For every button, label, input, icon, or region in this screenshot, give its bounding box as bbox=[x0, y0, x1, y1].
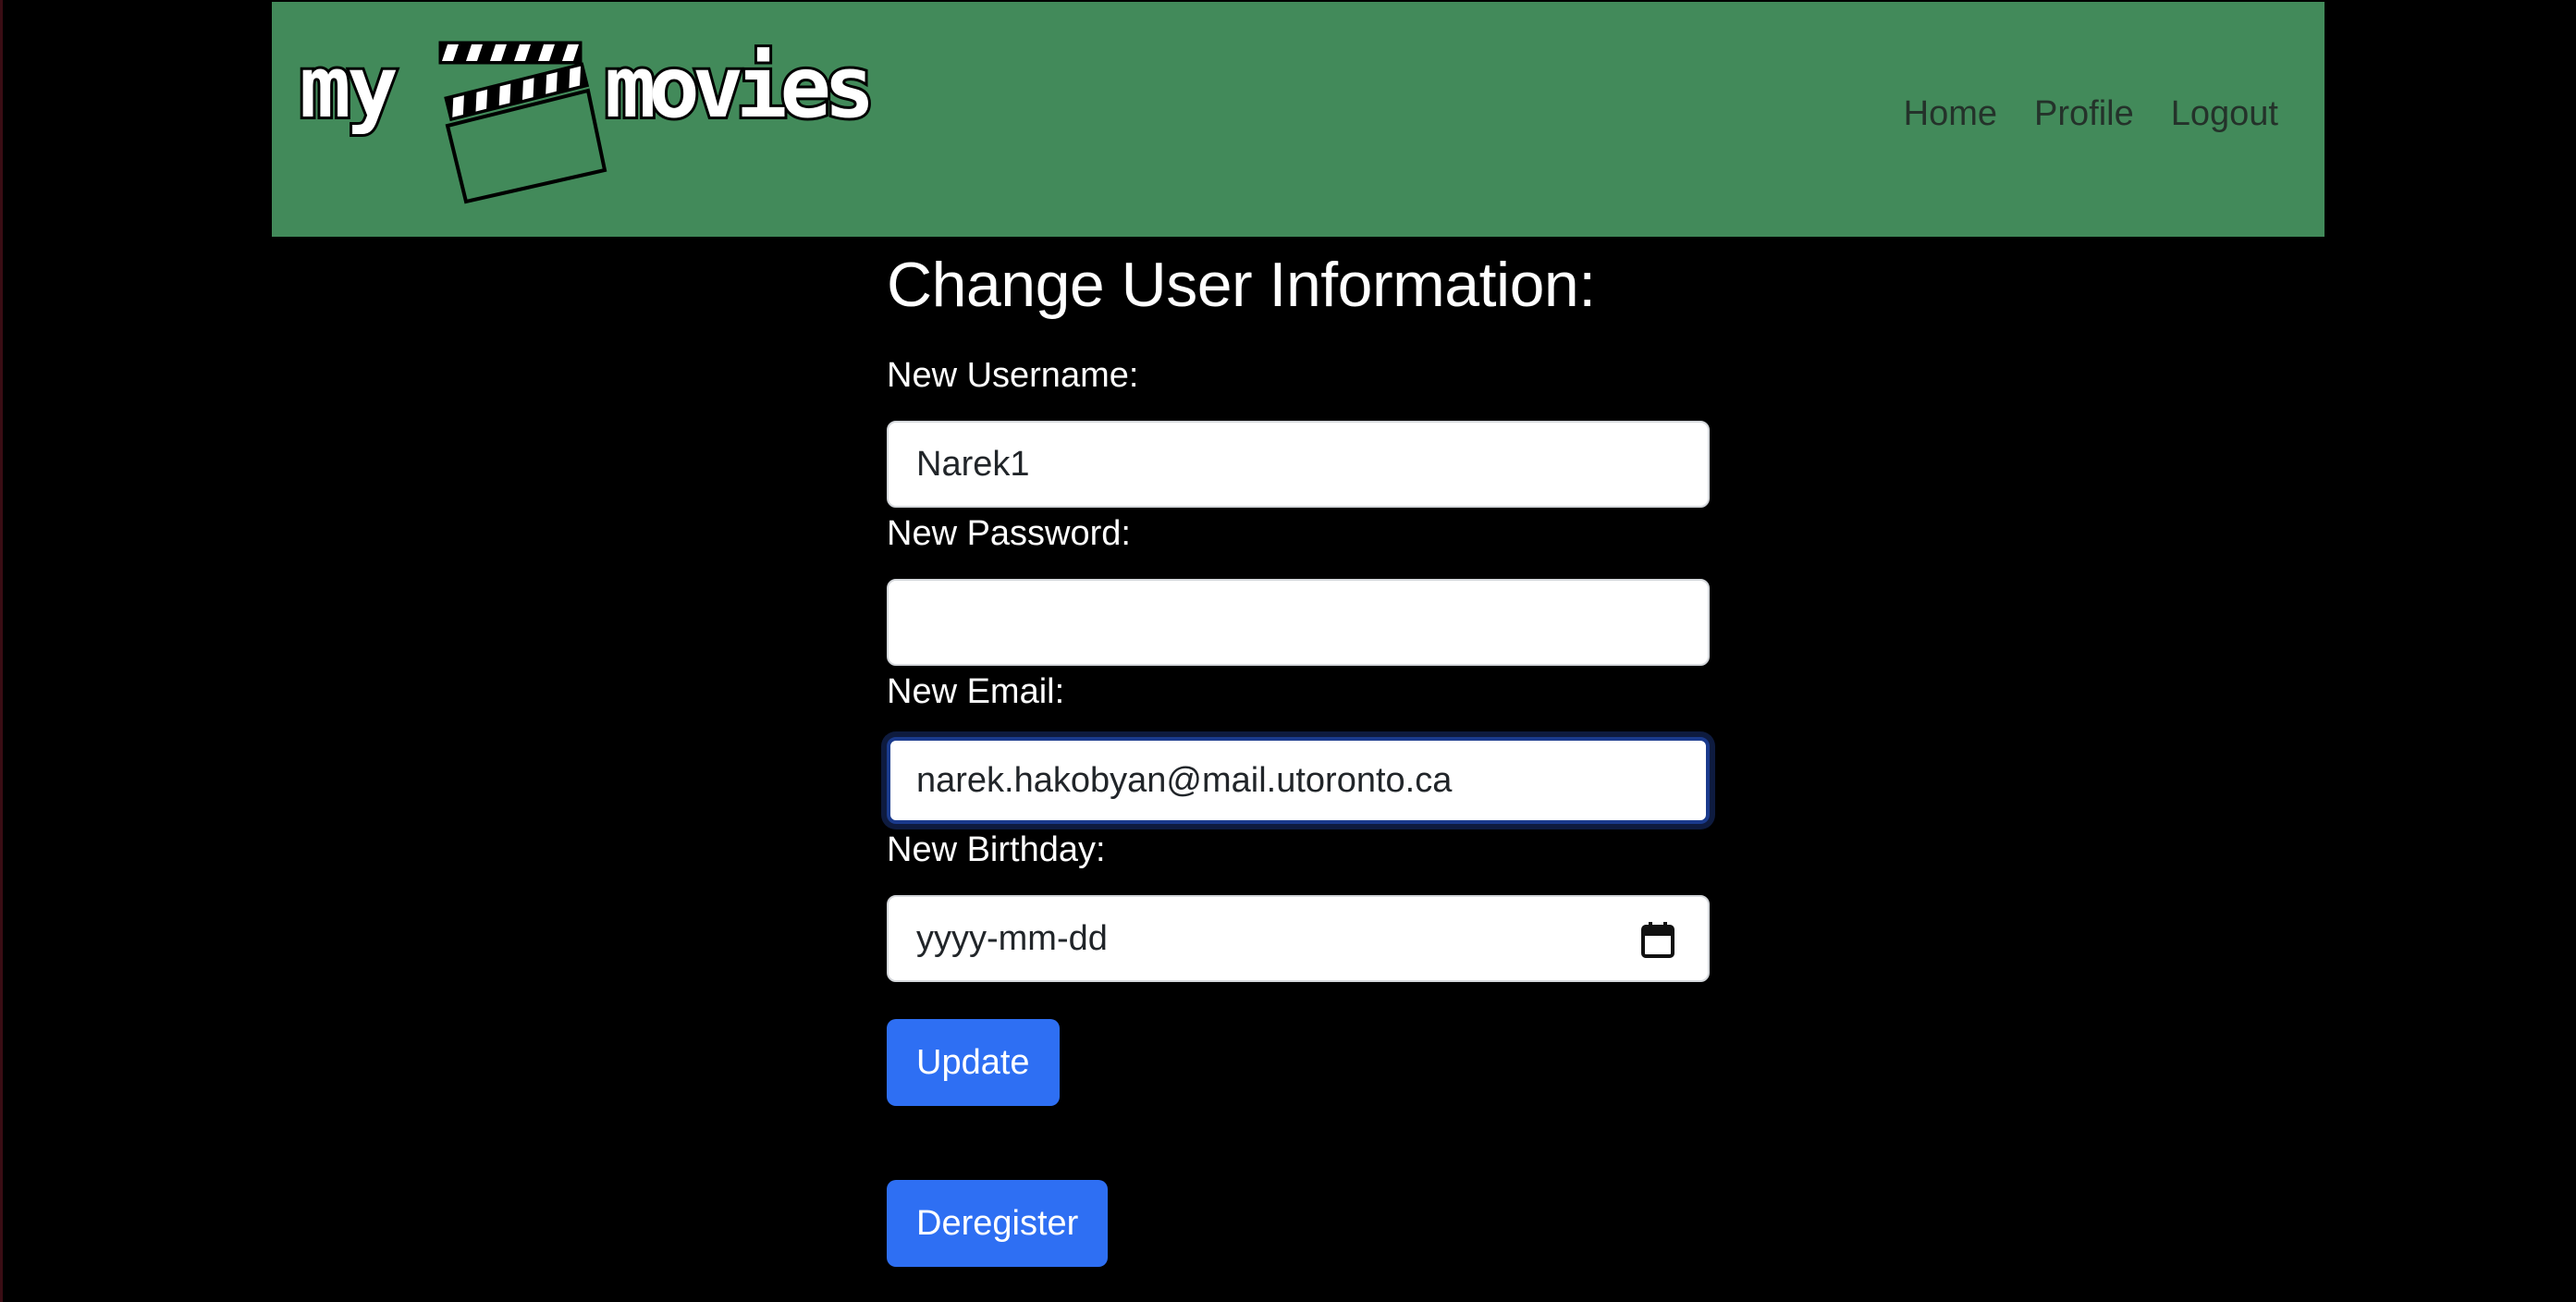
nav-logout-link[interactable]: Logout bbox=[2171, 94, 2278, 134]
page-title: Change User Information: bbox=[887, 250, 1596, 320]
nav-profile-link[interactable]: Profile bbox=[2034, 94, 2134, 134]
clapperboard-icon bbox=[438, 41, 607, 204]
email-label: New Email: bbox=[887, 672, 1065, 711]
change-user-form: Change User Information: New Username: N… bbox=[887, 237, 1710, 1267]
birthday-field[interactable]: yyyy-mm-dd bbox=[887, 895, 1710, 982]
logo-text-movies: movies bbox=[605, 39, 868, 137]
update-button[interactable]: Update bbox=[887, 1019, 1060, 1106]
calendar-icon[interactable] bbox=[1641, 921, 1674, 958]
password-label: New Password: bbox=[887, 514, 1131, 553]
birthday-input[interactable] bbox=[887, 895, 1710, 982]
username-input[interactable] bbox=[887, 421, 1710, 508]
logo-text-my: my bbox=[300, 39, 396, 137]
page: my movies Home Profile Logout Change Use… bbox=[0, 0, 2576, 1302]
username-label: New Username: bbox=[887, 356, 1139, 395]
birthday-label: New Birthday: bbox=[887, 830, 1106, 869]
nav-home-link[interactable]: Home bbox=[1904, 94, 1997, 134]
email-input[interactable] bbox=[887, 737, 1710, 824]
site-header: my movies Home Profile Logout bbox=[272, 2, 2325, 237]
main-nav: Home Profile Logout bbox=[1904, 94, 2278, 134]
password-input[interactable] bbox=[887, 579, 1710, 666]
deregister-button[interactable]: Deregister bbox=[887, 1180, 1109, 1267]
mymovies-logo[interactable]: my movies bbox=[300, 39, 910, 205]
